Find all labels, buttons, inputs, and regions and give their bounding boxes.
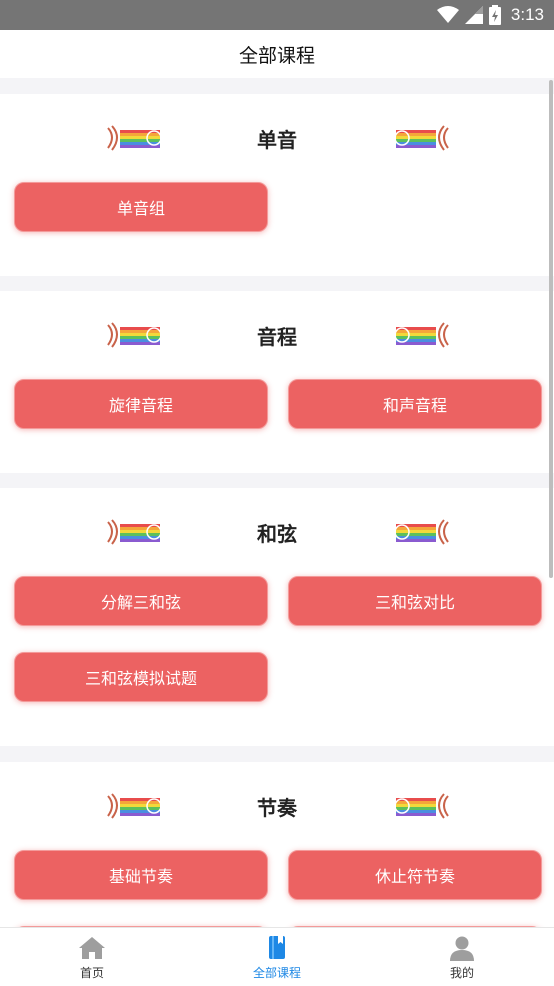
rainbow-key-right-icon (394, 125, 449, 151)
course-button-melodic-interval[interactable]: 旋律音程 (14, 379, 268, 429)
tab-all-courses[interactable]: 全部课程 (185, 928, 369, 986)
section-title: 音程 (257, 325, 297, 349)
wifi-icon (436, 6, 459, 23)
status-bar: 3:13 (0, 0, 554, 30)
book-icon (269, 935, 285, 959)
section-title: 节奏 (257, 796, 297, 820)
course-button-triad-mock-test[interactable]: 三和弦模拟试题 (14, 652, 268, 702)
user-icon (450, 936, 474, 961)
tab-mine[interactable]: 我的 (370, 928, 554, 986)
section-chord: 和弦 分解三和弦 三和弦对比 三和弦模拟试题 (0, 488, 554, 746)
battery-icon (488, 5, 501, 25)
section-header: 和弦 (0, 514, 554, 550)
header: 全部课程 (0, 30, 554, 78)
course-button-broken-triad[interactable]: 分解三和弦 (14, 576, 268, 626)
section-header: 音程 (0, 317, 554, 353)
home-icon (79, 936, 105, 959)
section-title: 单音 (257, 128, 297, 152)
rainbow-key-right-icon (394, 322, 449, 348)
course-button-triad-comparison[interactable]: 三和弦对比 (288, 576, 542, 626)
section-rhythm: 节奏 基础节奏 休止符节奏 (0, 762, 554, 927)
rainbow-key-right-icon (394, 519, 449, 545)
tab-home[interactable]: 首页 (0, 928, 184, 986)
section-header: 单音 (0, 120, 554, 156)
status-icons: 3:13 (436, 5, 544, 25)
course-button-rest-rhythm[interactable]: 休止符节奏 (288, 850, 542, 900)
course-button-basic-rhythm[interactable]: 基础节奏 (14, 850, 268, 900)
course-list[interactable]: 单音 单音组 音程 旋律音程 和声音程 和弦 分解三和弦 三和弦对比 三和弦模拟… (0, 78, 554, 927)
course-button-single-tone-group[interactable]: 单音组 (14, 182, 268, 232)
rainbow-key-right-icon (394, 793, 449, 819)
tab-label: 全部课程 (252, 965, 301, 980)
signal-icon (464, 6, 483, 24)
section-title: 和弦 (257, 522, 297, 546)
section-single-tone: 单音 单音组 (0, 94, 554, 276)
tab-bar: 首页 全部课程 我的 (0, 927, 554, 986)
page-title: 全部课程 (238, 44, 315, 67)
course-button-harmonic-interval[interactable]: 和声音程 (288, 379, 542, 429)
section-interval: 音程 旋律音程 和声音程 (0, 291, 554, 473)
tab-label: 首页 (79, 965, 104, 980)
section-header: 节奏 (0, 788, 554, 824)
status-time: 3:13 (510, 5, 544, 24)
tab-label: 我的 (449, 965, 474, 980)
scrollbar[interactable] (549, 80, 553, 578)
